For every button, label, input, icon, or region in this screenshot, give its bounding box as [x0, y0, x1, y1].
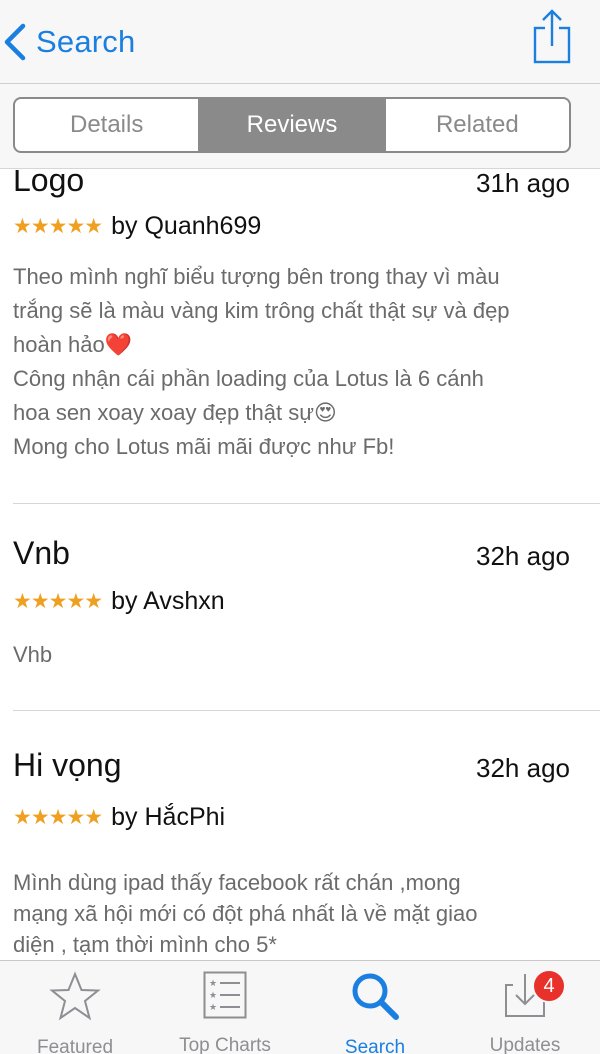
- back-button[interactable]: Search: [0, 18, 135, 66]
- review-date: 31h ago: [476, 170, 570, 198]
- search-icon: [352, 973, 399, 1020]
- segmented-control: Details Reviews Related: [13, 97, 571, 153]
- tab-label: Search: [344, 1037, 406, 1054]
- svg-text:★: ★: [209, 991, 217, 1001]
- chevron-left-icon: [4, 23, 26, 61]
- review-date: 32h ago: [476, 541, 570, 571]
- review-body-line: Theo mình nghĩ biểu tượng bên trong thay…: [13, 264, 500, 289]
- review-body-line: Mình dùng ipad thấy facebook rất chán ,m…: [13, 870, 461, 895]
- star-rating: ★★★★★: [13, 590, 103, 613]
- segmented-control-bar: Details Reviews Related: [0, 84, 600, 169]
- tab-top-charts[interactable]: ★ ★ ★ Top Charts: [150, 961, 300, 1054]
- divider: [13, 710, 600, 711]
- review-author: by Quanh699: [111, 212, 262, 240]
- star-outline-icon: [49, 971, 101, 1021]
- review-date: 32h ago: [476, 753, 570, 783]
- svg-text:★: ★: [209, 1003, 217, 1013]
- navigation-bar: Search: [0, 0, 600, 84]
- review-body-line: hoa sen xoay xoay đẹp thật sự😍: [13, 400, 337, 425]
- review-body-line: trắng sẽ là màu vàng kim trông chất thật…: [13, 298, 510, 323]
- svg-text:★: ★: [209, 979, 217, 989]
- review-body: Theo mình nghĩ biểu tượng bên trong thay…: [13, 260, 573, 464]
- share-icon: [533, 9, 571, 64]
- review-body: Mình dùng ipad thấy facebook rất chán ,m…: [13, 867, 573, 960]
- tab-bar: Featured ★ ★ ★ Top Charts Search 4 Updat…: [0, 960, 600, 1054]
- review-title: Hi vọng: [13, 747, 122, 783]
- tab-label: Top Charts: [179, 1035, 271, 1054]
- star-rating: ★★★★★: [13, 215, 103, 238]
- divider: [13, 503, 600, 504]
- review-meta: ★★★★★ by Quanh699: [13, 212, 261, 241]
- back-label: Search: [36, 24, 136, 59]
- share-button[interactable]: [532, 8, 572, 71]
- review-meta: ★★★★★ by HắcPhi: [13, 803, 225, 832]
- updates-badge: 4: [532, 969, 566, 1003]
- list-icon: ★ ★ ★: [203, 971, 247, 1019]
- review-author: by Avshxn: [111, 587, 225, 615]
- segment-related[interactable]: Related: [383, 99, 569, 151]
- review-body-line: diện , tạm thời mình cho 5*: [13, 932, 277, 957]
- review-body-line: hoàn hảo❤️: [13, 332, 133, 357]
- tab-label: Featured: [36, 1037, 114, 1054]
- review-body-line: Công nhận cái phần loading của Lotus là …: [13, 366, 484, 391]
- review-author: by HắcPhi: [111, 803, 226, 831]
- tab-featured[interactable]: Featured: [0, 961, 150, 1054]
- review-body-line: Mong cho Lotus mãi mãi được như Fb!: [13, 434, 395, 459]
- segment-reviews[interactable]: Reviews: [198, 99, 384, 151]
- tab-label: Updates: [489, 1035, 561, 1054]
- review-body-line: Vhb: [13, 642, 53, 667]
- segment-details[interactable]: Details: [15, 99, 198, 151]
- review-title: Vnb: [13, 535, 70, 571]
- tab-updates[interactable]: 4 Updates: [450, 961, 600, 1054]
- review-body: Vhb: [13, 638, 573, 672]
- tab-search[interactable]: Search: [300, 961, 450, 1054]
- reviews-list[interactable]: Logo 31h ago ★★★★★ by Quanh699 Theo mình…: [0, 170, 600, 960]
- review-body-line: mạng xã hội mới có đột phá nhất là về mặ…: [13, 901, 478, 926]
- star-rating: ★★★★★: [13, 806, 103, 829]
- review-title: Logo: [13, 170, 85, 198]
- review-meta: ★★★★★ by Avshxn: [13, 587, 225, 616]
